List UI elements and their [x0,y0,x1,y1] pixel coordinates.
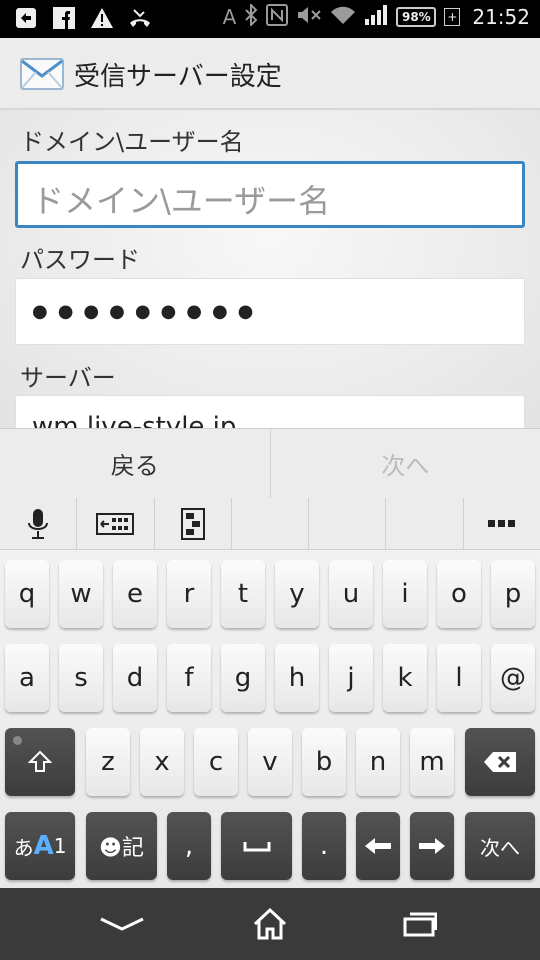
key-z[interactable]: z [86,728,130,796]
download-arrow-icon [12,4,40,32]
key-y[interactable]: y [275,560,319,628]
key-v[interactable]: v [248,728,292,796]
key-r[interactable]: r [167,560,211,628]
toolbar-slot-6 [386,498,464,549]
action-bar: 受信サーバー設定 [0,38,540,110]
server-input[interactable]: wm.live-style.jp [15,395,525,428]
microphone-icon [28,508,49,539]
page-title: 受信サーバー設定 [74,62,282,92]
comma-key[interactable]: , [167,812,211,880]
keyboard-layout-icon [96,512,135,535]
form-area: ドメイン\ユーザー名 ドメイン\ユーザー名 パスワード ●●●●●●●●● サー… [0,110,540,428]
shift-icon [28,750,52,772]
key-x[interactable]: x [140,728,184,796]
font-a-icon: A [222,5,237,29]
key-s[interactable]: s [59,644,103,712]
facebook-icon [50,4,78,32]
clock: 21:52 [472,5,530,29]
input-mode-key[interactable]: あ A 1 [5,812,75,880]
keyboard-toolbar [0,498,540,550]
arrow-right-icon [419,838,445,854]
password-label: パスワード [20,246,140,274]
key-n[interactable]: n [356,728,400,796]
mute-icon [296,4,322,30]
mode-number-label: 1 [53,834,67,858]
key-t[interactable]: t [221,560,265,628]
domain-label: ドメイン\ユーザー名 [20,128,244,156]
recent-apps-button[interactable] [390,904,450,944]
space-icon [243,842,270,852]
missed-call-icon [126,4,154,32]
key-u[interactable]: u [329,560,373,628]
clipboard-icon [180,507,205,540]
hide-keyboard-button[interactable] [92,904,152,944]
period-key[interactable]: . [302,812,346,880]
more-icon [487,519,515,527]
password-input[interactable]: ●●●●●●●●● [15,278,525,345]
key-a[interactable]: a [5,644,49,712]
home-icon [253,908,287,940]
microphone-button[interactable] [0,498,78,549]
emoji-key[interactable]: ☻記 [86,812,157,880]
recent-apps-icon [403,912,437,937]
enter-next-key[interactable]: 次へ [465,812,535,880]
password-value: ●●●●●●●●● [32,301,264,322]
email-envelope-icon [20,58,64,90]
key-p[interactable]: p [491,560,535,628]
more-options-button[interactable] [464,498,540,549]
domain-username-input[interactable]: ドメイン\ユーザー名 [15,161,525,228]
key-d[interactable]: d [113,644,157,712]
key-i[interactable]: i [383,560,427,628]
domain-placeholder: ドメイン\ユーザー名 [32,182,331,220]
toolbar-slot-4 [232,498,310,549]
system-navigation-bar [0,888,540,960]
key-o[interactable]: o [437,560,481,628]
signal-icon [364,4,388,30]
battery-icon: 98% [396,7,437,27]
soft-keyboard: q w e r t y u i o p a s d f g h j k l @ … [0,498,540,888]
key-h[interactable]: h [275,644,319,712]
key-at[interactable]: @ [491,644,535,712]
key-q[interactable]: q [5,560,49,628]
wizard-nav: 戻る 次へ [0,428,540,498]
chevron-down-icon [100,917,144,931]
home-button[interactable] [240,904,300,944]
mode-hiragana-label: あ [13,835,34,860]
warning-icon [88,4,116,32]
shift-key[interactable] [5,728,75,796]
backspace-icon [484,752,516,772]
key-w[interactable]: w [59,560,103,628]
key-k[interactable]: k [383,644,427,712]
key-m[interactable]: m [410,728,454,796]
key-j[interactable]: j [329,644,373,712]
charging-icon: + [444,8,461,26]
server-value: wm.live-style.jp [32,412,237,428]
keyboard-layout-button[interactable] [77,498,155,549]
back-button[interactable]: 戻る [0,429,270,498]
backspace-key[interactable] [465,728,535,796]
key-g[interactable]: g [221,644,265,712]
cursor-left-key[interactable] [356,812,400,880]
key-l[interactable]: l [437,644,481,712]
mode-alpha-label: A [33,831,54,861]
key-c[interactable]: c [194,728,238,796]
status-bar: A 98% + 21:52 [0,0,540,38]
toolbar-slot-5 [309,498,387,549]
wifi-icon [330,4,356,30]
nfc-icon [266,4,289,30]
server-label: サーバー [20,364,116,392]
key-e[interactable]: e [113,560,157,628]
cursor-right-key[interactable] [410,812,454,880]
key-b[interactable]: b [302,728,346,796]
next-button[interactable]: 次へ [271,429,540,498]
indicator-dot [13,736,22,745]
key-f[interactable]: f [167,644,211,712]
bluetooth-icon [244,2,258,30]
space-key[interactable] [221,812,292,880]
clipboard-button[interactable] [155,498,232,549]
arrow-left-icon [365,838,391,854]
